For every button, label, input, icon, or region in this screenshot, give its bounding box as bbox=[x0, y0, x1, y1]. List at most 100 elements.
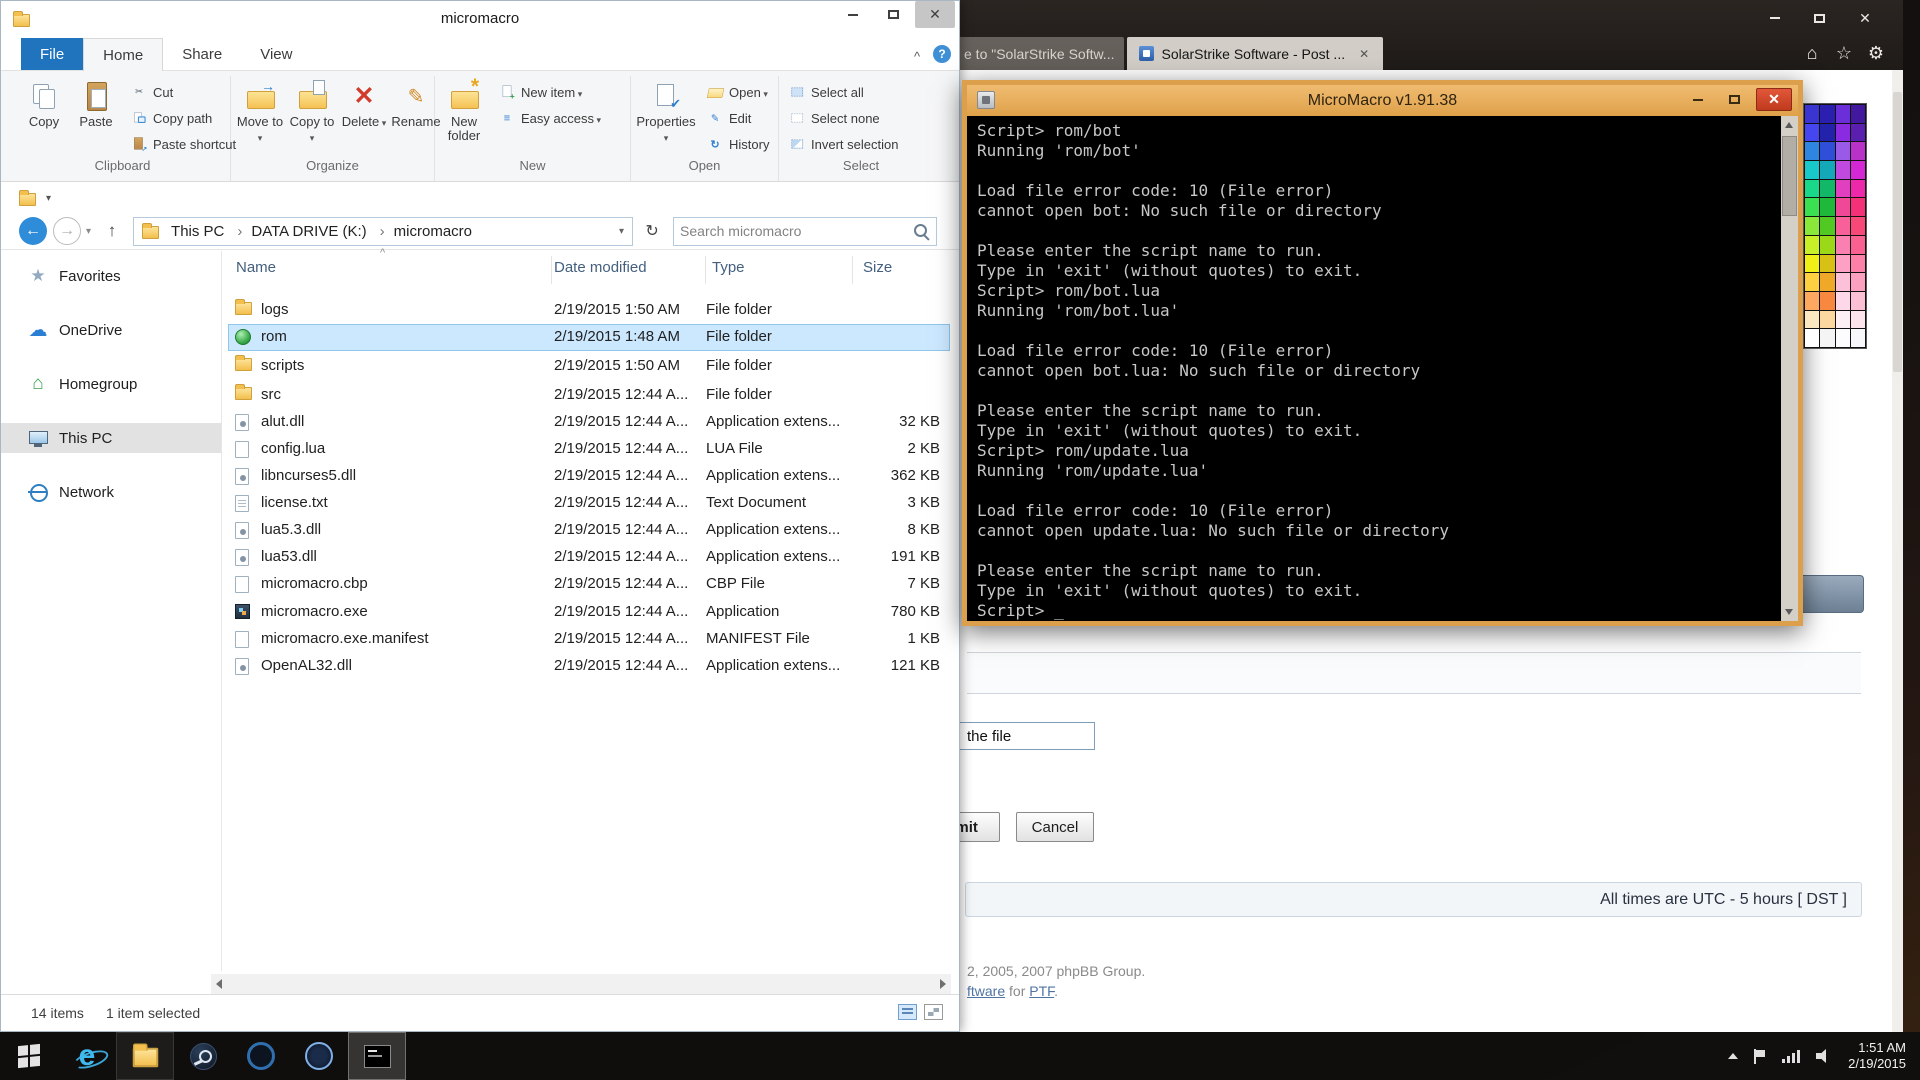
console-scrollbar-thumb[interactable] bbox=[1782, 136, 1797, 216]
scroll-left-icon[interactable] bbox=[216, 979, 222, 989]
ribbon-button[interactable]: Select all bbox=[785, 81, 898, 103]
scroll-right-icon[interactable] bbox=[940, 979, 946, 989]
taskbar-steam[interactable] bbox=[174, 1032, 232, 1080]
column-header-name[interactable]: Name bbox=[236, 259, 276, 276]
file-row[interactable]: lua5.3.dll 2/19/2015 12:44 A... Applicat… bbox=[228, 517, 950, 544]
browser-scrollbar[interactable] bbox=[1892, 70, 1903, 1032]
palette-color-swatch[interactable] bbox=[1835, 254, 1850, 273]
palette-color-swatch[interactable] bbox=[1805, 291, 1820, 310]
console-close-button[interactable]: ✕ bbox=[1756, 88, 1792, 111]
tray-expand-icon[interactable] bbox=[1728, 1053, 1739, 1059]
file-row[interactable]: alut.dll 2/19/2015 12:44 A... Applicatio… bbox=[228, 409, 950, 436]
file-row[interactable]: lua53.dll 2/19/2015 12:44 A... Applicati… bbox=[228, 544, 950, 571]
palette-color-swatch[interactable] bbox=[1850, 254, 1865, 273]
footer-link-2[interactable]: PTF bbox=[1029, 983, 1054, 999]
ribbon-button[interactable]: New item bbox=[495, 81, 601, 103]
sidebar-item[interactable]: This PC bbox=[1, 423, 221, 453]
palette-color-swatch[interactable] bbox=[1805, 179, 1820, 198]
ribbon-button[interactable]: Paste bbox=[71, 76, 121, 156]
palette-color-swatch[interactable] bbox=[1850, 123, 1865, 142]
console-scrollbar[interactable] bbox=[1781, 116, 1798, 621]
sidebar-item[interactable]: Network bbox=[1, 477, 221, 507]
palette-color-swatch[interactable] bbox=[1820, 123, 1835, 142]
column-header-type[interactable]: Type bbox=[712, 259, 745, 276]
ribbon-button[interactable]: Open bbox=[703, 81, 769, 103]
sidebar-item[interactable]: Favorites bbox=[1, 261, 221, 291]
search-input[interactable] bbox=[680, 223, 914, 239]
palette-color-swatch[interactable] bbox=[1805, 235, 1820, 254]
palette-color-swatch[interactable] bbox=[1820, 254, 1835, 273]
ribbon-button[interactable]: Easy access bbox=[495, 107, 601, 129]
palette-color-swatch[interactable] bbox=[1805, 105, 1820, 123]
palette-color-swatch[interactable] bbox=[1805, 273, 1820, 291]
palette-color-swatch[interactable] bbox=[1850, 273, 1865, 291]
ribbon-tab[interactable]: Share bbox=[163, 38, 241, 70]
palette-color-swatch[interactable] bbox=[1850, 291, 1865, 310]
refresh-icon[interactable]: ↻ bbox=[641, 221, 663, 241]
horizontal-scrollbar[interactable] bbox=[211, 974, 951, 994]
palette-color-swatch[interactable] bbox=[1835, 291, 1850, 310]
taskbar-file-explorer[interactable] bbox=[116, 1032, 174, 1080]
network-icon[interactable] bbox=[1782, 1049, 1801, 1063]
file-row[interactable]: src 2/19/2015 12:44 A... File folder bbox=[228, 382, 950, 409]
palette-color-swatch[interactable] bbox=[1820, 273, 1835, 291]
back-button[interactable]: ← bbox=[19, 217, 47, 245]
browser-scrollbar-thumb[interactable] bbox=[1893, 92, 1902, 372]
palette-color-swatch[interactable] bbox=[1805, 310, 1820, 329]
palette-color-swatch[interactable] bbox=[1820, 235, 1835, 254]
browser-tab[interactable]: e to "SolarStrike Softw... bbox=[952, 37, 1125, 70]
file-row[interactable]: micromacro.cbp 2/19/2015 12:44 A... CBP … bbox=[228, 571, 950, 598]
palette-color-swatch[interactable] bbox=[1820, 217, 1835, 235]
palette-color-swatch[interactable] bbox=[1850, 142, 1865, 161]
ribbon-button[interactable]: Copy bbox=[19, 76, 69, 156]
palette-color-swatch[interactable] bbox=[1820, 105, 1835, 123]
file-row[interactable]: config.lua 2/19/2015 12:44 A... LUA File… bbox=[228, 436, 950, 463]
explorer-close-button[interactable]: ✕ bbox=[915, 1, 955, 28]
qat-dropdown-icon[interactable]: ▾ bbox=[46, 193, 51, 204]
column-header-date-modified[interactable]: Date modified bbox=[554, 259, 647, 276]
palette-color-swatch[interactable] bbox=[1820, 142, 1835, 161]
console-maximize-button[interactable] bbox=[1720, 88, 1748, 111]
ribbon-button[interactable]: Move to bbox=[235, 76, 285, 156]
palette-color-swatch[interactable] bbox=[1820, 291, 1835, 310]
browser-minimize-button[interactable] bbox=[1755, 6, 1795, 30]
palette-color-swatch[interactable] bbox=[1835, 198, 1850, 217]
palette-color-swatch[interactable] bbox=[1820, 198, 1835, 217]
ribbon-button[interactable]: Select none bbox=[785, 107, 898, 129]
ribbon-button[interactable]: Copy to bbox=[287, 76, 337, 156]
details-view-button[interactable] bbox=[898, 1004, 917, 1020]
ribbon-button[interactable]: Paste shortcut bbox=[127, 133, 236, 155]
up-button[interactable]: ↑ bbox=[97, 221, 127, 241]
ribbon-button[interactable]: Copy path bbox=[127, 107, 236, 129]
palette-color-swatch[interactable] bbox=[1805, 329, 1820, 347]
palette-color-swatch[interactable] bbox=[1835, 329, 1850, 347]
volume-icon[interactable] bbox=[1816, 1049, 1832, 1063]
file-row[interactable]: logs 2/19/2015 1:50 AM File folder bbox=[228, 297, 950, 324]
palette-color-swatch[interactable] bbox=[1805, 198, 1820, 217]
qat-folder-icon[interactable] bbox=[19, 189, 36, 206]
ribbon-tab[interactable]: View bbox=[241, 38, 311, 70]
footer-link-1[interactable]: ftware bbox=[967, 983, 1005, 999]
start-button[interactable] bbox=[0, 1032, 58, 1080]
palette-color-swatch[interactable] bbox=[1820, 179, 1835, 198]
ribbon-collapse-icon[interactable]: ^ bbox=[907, 43, 927, 69]
ribbon-button[interactable]: History bbox=[703, 133, 769, 155]
palette-color-swatch[interactable] bbox=[1850, 198, 1865, 217]
explorer-maximize-button[interactable] bbox=[873, 1, 913, 28]
sidebar-item[interactable]: Homegroup bbox=[1, 369, 221, 399]
file-row[interactable]: rom 2/19/2015 1:48 AM File folder bbox=[228, 324, 950, 351]
address-bar[interactable]: This PCDATA DRIVE (K:)micromacro ▾ bbox=[133, 216, 634, 246]
palette-color-swatch[interactable] bbox=[1820, 161, 1835, 179]
browser-home-icon[interactable]: ⌂ bbox=[1797, 40, 1827, 66]
taskbar-app-2[interactable] bbox=[290, 1032, 348, 1080]
palette-color-swatch[interactable] bbox=[1850, 161, 1865, 179]
palette-color-swatch[interactable] bbox=[1835, 273, 1850, 291]
sidebar-item[interactable]: OneDrive bbox=[1, 315, 221, 345]
ribbon-tab[interactable]: Home bbox=[83, 38, 164, 71]
palette-color-swatch[interactable] bbox=[1835, 105, 1850, 123]
file-row[interactable]: micromacro.exe 2/19/2015 12:44 A... Appl… bbox=[228, 599, 950, 626]
palette-color-swatch[interactable] bbox=[1850, 105, 1865, 123]
palette-color-swatch[interactable] bbox=[1805, 217, 1820, 235]
tab-close-icon[interactable] bbox=[1355, 45, 1373, 63]
ribbon-button[interactable]: Edit bbox=[703, 107, 769, 129]
